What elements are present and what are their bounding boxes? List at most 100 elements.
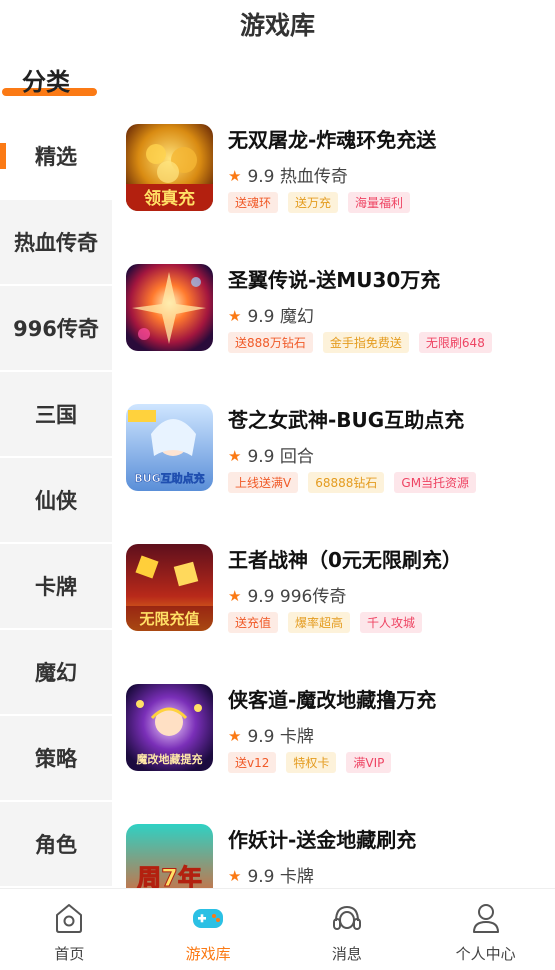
game-tag: 送888万钻石 (228, 332, 313, 353)
nav-profile[interactable]: 个人中心 (416, 889, 555, 970)
sidebar-item-featured[interactable]: 精选 (0, 114, 112, 198)
game-thumbnail-art: 无限充值 (126, 544, 213, 631)
game-tag: 无限刷648 (418, 332, 492, 353)
game-tags: 上线送满V 68888钻石 GM当托资源 (228, 472, 477, 493)
game-genre: 魔幻 (279, 307, 314, 327)
home-icon (56, 904, 83, 933)
game-tag: 上线送满V (228, 472, 299, 493)
star-icon: ★ (228, 867, 242, 885)
game-thumbnail-art: 魔改地藏提充 (126, 684, 213, 771)
page-title: 游戏库 (239, 11, 315, 40)
sidebar-item-fantasy[interactable]: 魔幻 (0, 630, 112, 714)
game-thumbnail[interactable] (126, 264, 213, 351)
nav-label: 首页 (54, 945, 85, 963)
game-tag: 送充值 (228, 612, 279, 633)
sidebar-item-rpg[interactable]: 角色 (0, 802, 112, 886)
thumbnail-caption: 周7年 (137, 864, 202, 890)
game-title[interactable]: 无双屠龙-炸魂环免充送 (228, 124, 436, 153)
game-title[interactable]: 圣翼传说-送MU30万充 (228, 264, 440, 293)
sidebar-item-label: 996传奇 (13, 317, 99, 341)
game-list-item[interactable]: 魔改地藏提充 侠客道-魔改地藏撸万充 ★ 9.9 卡牌 送v12 特权卡 满VIP (112, 670, 555, 780)
nav-label: 个人中心 (455, 945, 516, 963)
sidebar-item-label: 仙侠 (35, 489, 77, 513)
star-icon: ★ (228, 447, 242, 465)
game-thumbnail[interactable]: 周7年 (126, 824, 213, 890)
game-genre: 996传奇 (279, 587, 347, 607)
sidebar-item-label: 三国 (35, 403, 77, 427)
game-thumbnail[interactable]: 无限充值 (126, 544, 213, 631)
headset-icon (332, 905, 361, 930)
thumbnail-caption: 领真充 (144, 188, 195, 209)
category-heading-label: 分类 (22, 68, 70, 96)
game-tag: 千人攻城 (360, 612, 423, 633)
game-rating: 9.9 (247, 727, 275, 747)
game-meta: ★ 9.9 卡牌 (228, 862, 314, 887)
sidebar-item-label: 策略 (35, 747, 77, 771)
sidebar-item-xianxia[interactable]: 仙侠 (0, 458, 112, 542)
game-list-item[interactable]: 无限充值 王者战神（0元无限刷充） ★ 9.9 996传奇 送充值 爆率超高 千人… (112, 530, 555, 640)
game-thumbnail-art: BUG互助点充 (126, 404, 213, 491)
game-rating: 9.9 (247, 447, 275, 467)
gamepad-icon (193, 909, 224, 928)
star-icon: ★ (228, 307, 242, 325)
nav-messages[interactable]: 消息 (278, 889, 417, 970)
game-title[interactable]: 苍之女武神-BUG互助点充 (228, 404, 464, 433)
game-tag: 满VIP (346, 752, 392, 773)
game-thumbnail[interactable]: 魔改地藏提充 (126, 684, 213, 771)
game-rating: 9.9 (247, 587, 275, 607)
thumbnail-caption: 魔改地藏提充 (137, 752, 203, 766)
sidebar-item-legend[interactable]: 热血传奇 (0, 200, 112, 284)
nav-label: 游戏库 (185, 945, 231, 963)
game-genre: 卡牌 (279, 867, 314, 887)
game-tag: 68888钻石 (308, 472, 385, 493)
sidebar-item-cards[interactable]: 卡牌 (0, 544, 112, 628)
game-thumbnail-art: 领真充 (126, 124, 213, 211)
game-thumbnail[interactable]: BUG互助点充 (126, 404, 213, 491)
game-rating: 9.9 (247, 167, 275, 187)
game-tag: 金手指免费送 (322, 332, 409, 353)
nav-home[interactable]: 首页 (0, 889, 139, 970)
game-genre: 卡牌 (279, 727, 314, 747)
game-genre: 回合 (279, 447, 314, 467)
sidebar-item-label: 卡牌 (35, 575, 77, 599)
sidebar-item-strategy[interactable]: 策略 (0, 716, 112, 800)
user-icon (472, 904, 499, 933)
sidebar-item-label: 魔幻 (35, 661, 77, 685)
sidebar-item-label: 角色 (35, 833, 77, 857)
game-thumbnail-art (126, 264, 213, 351)
game-list-item[interactable]: BUG互助点充 苍之女武神-BUG互助点充 ★ 9.9 回合 上线送满V 6888… (112, 390, 555, 500)
game-tag: 爆率超高 (288, 612, 351, 633)
thumbnail-caption: BUG互助点充 (134, 471, 204, 485)
game-tags: 送v12 特权卡 满VIP (228, 752, 392, 773)
game-list-item[interactable]: 周7年 作妖计-送金地藏刷充 ★ 9.9 卡牌 (112, 810, 555, 890)
category-heading: 分类 (0, 56, 112, 102)
game-meta: ★ 9.9 魔幻 (228, 302, 314, 327)
game-meta: ★ 9.9 996传奇 (228, 582, 346, 607)
bottom-nav: 首页 游戏库 消息 个人中心 (0, 888, 555, 970)
game-tags: 送888万钻石 金手指免费送 无限刷648 (228, 332, 492, 353)
star-icon: ★ (228, 727, 242, 745)
game-tag: 特权卡 (286, 752, 337, 773)
thumbnail-caption: 无限充值 (138, 610, 199, 628)
game-title[interactable]: 侠客道-魔改地藏撸万充 (228, 684, 436, 713)
game-tag: 海量福利 (348, 192, 411, 213)
game-rating: 9.9 (247, 867, 275, 887)
sidebar-item-label: 精选 (35, 145, 77, 169)
game-thumbnail[interactable]: 领真充 (126, 124, 213, 211)
nav-label: 消息 (331, 945, 362, 963)
game-genre: 热血传奇 (279, 167, 348, 187)
game-meta: ★ 9.9 回合 (228, 442, 314, 467)
game-meta: ★ 9.9 卡牌 (228, 722, 314, 747)
sidebar-item-996-legend[interactable]: 996传奇 (0, 286, 112, 370)
game-list-item[interactable]: 圣翼传说-送MU30万充 ★ 9.9 魔幻 送888万钻石 金手指免费送 无限刷6… (112, 250, 555, 360)
game-tag: 送v12 (228, 752, 277, 773)
nav-game-library[interactable]: 游戏库 (139, 889, 278, 970)
game-title[interactable]: 作妖计-送金地藏刷充 (228, 824, 416, 853)
sidebar-item-three-kingdoms[interactable]: 三国 (0, 372, 112, 456)
game-list-item[interactable]: 领真充 无双屠龙-炸魂环免充送 ★ 9.9 热血传奇 送魂环 送万充 海量福利 (112, 110, 555, 220)
game-tags: 送魂环 送万充 海量福利 (228, 192, 411, 213)
game-rating: 9.9 (247, 307, 275, 327)
game-list: 领真充 无双屠龙-炸魂环免充送 ★ 9.9 热血传奇 送魂环 送万充 海量福利 (112, 110, 555, 890)
game-tag: 送万充 (288, 192, 339, 213)
game-title[interactable]: 王者战神（0元无限刷充） (228, 544, 462, 573)
